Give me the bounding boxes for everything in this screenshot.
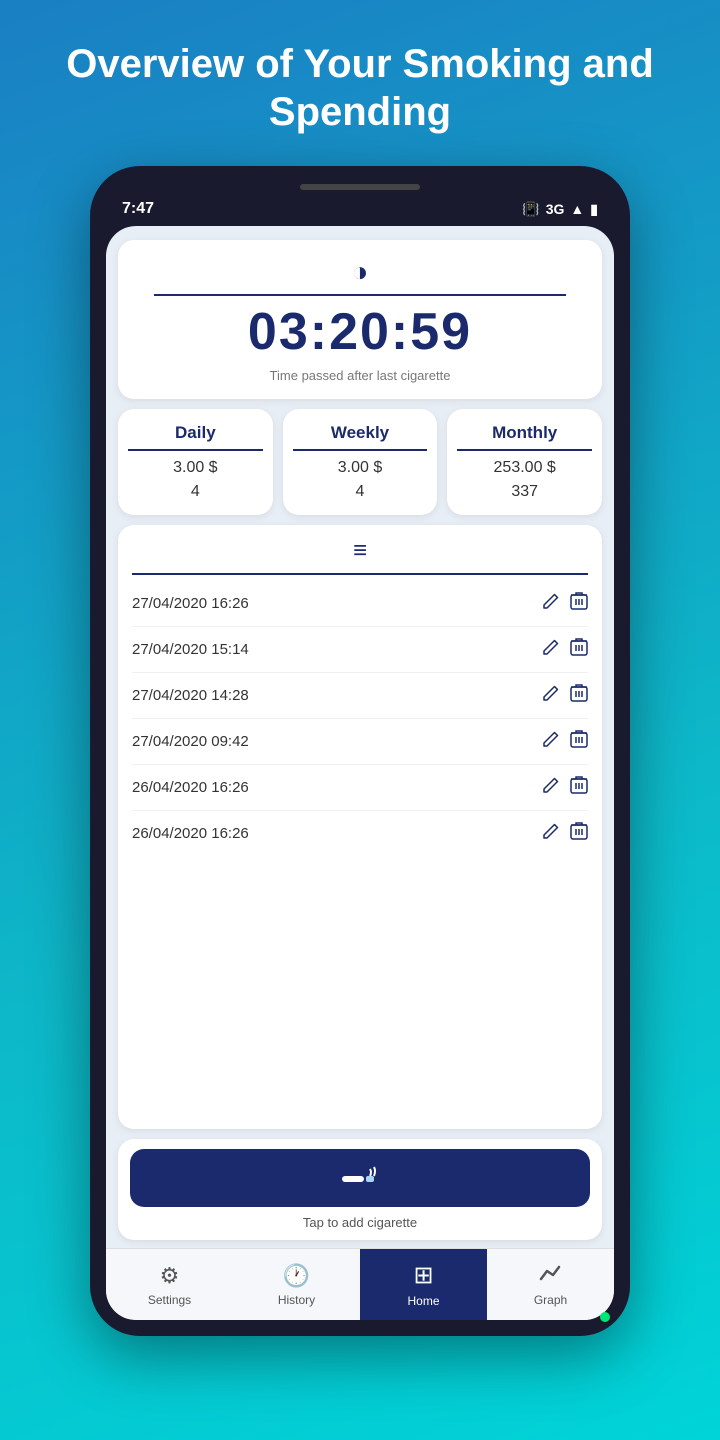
history-actions-2 [542, 683, 588, 708]
stat-weekly-amount: 3.00 $ [293, 459, 428, 477]
nav-home-label: Home [407, 1294, 439, 1308]
delete-button-1[interactable] [570, 637, 588, 662]
edit-button-4[interactable] [542, 776, 560, 799]
history-list: 27/04/2020 16:26 27/04/2020 15:14 27/04/20… [132, 581, 588, 1117]
history-date-2: 27/04/2020 14:28 [132, 687, 249, 704]
history-date-3: 27/04/2020 09:42 [132, 733, 249, 750]
timer-card: ◑ 03:20:59 Time passed after last cigare… [118, 240, 602, 399]
history-date-5: 26/04/2020 16:26 [132, 825, 249, 842]
history-icon: 🕐 [283, 1263, 310, 1289]
stat-weekly-count: 4 [293, 483, 428, 501]
phone-dot [600, 1312, 610, 1322]
nav-graph-label: Graph [534, 1293, 567, 1307]
edit-button-5[interactable] [542, 822, 560, 845]
history-header: ≡ [132, 537, 588, 565]
timer-display: 03:20:59 [134, 302, 586, 362]
history-date-1: 27/04/2020 15:14 [132, 641, 249, 658]
history-item: 27/04/2020 15:14 [132, 627, 588, 673]
settings-icon: ⚙ [160, 1263, 180, 1289]
add-cigarette-button[interactable] [130, 1149, 590, 1207]
edit-button-1[interactable] [542, 638, 560, 661]
bottom-nav: ⚙ Settings 🕐 History ⊞ Home Graph [106, 1248, 614, 1320]
graph-icon [539, 1263, 563, 1289]
add-cigarette-label: Tap to add cigarette [130, 1215, 590, 1230]
stat-monthly-count: 337 [457, 483, 592, 501]
delete-button-5[interactable] [570, 821, 588, 846]
history-date-4: 26/04/2020 16:26 [132, 779, 249, 796]
stat-daily-count: 4 [128, 483, 263, 501]
cigarette-svg-icon [342, 1165, 378, 1191]
delete-button-3[interactable] [570, 729, 588, 754]
stat-weekly-title: Weekly [293, 423, 428, 451]
list-icon: ≡ [132, 537, 588, 565]
stat-monthly-title: Monthly [457, 423, 592, 451]
stats-row: Daily 3.00 $ 4 Weekly 3.00 $ 4 Monthly 2… [118, 409, 602, 515]
history-actions-1 [542, 637, 588, 662]
nav-settings-label: Settings [148, 1293, 191, 1307]
history-item: 27/04/2020 14:28 [132, 673, 588, 719]
history-item: 27/04/2020 16:26 [132, 581, 588, 627]
battery-icon: ▮ [590, 201, 598, 218]
stat-monthly-amount: 253.00 $ [457, 459, 592, 477]
phone-screen: ◑ 03:20:59 Time passed after last cigare… [106, 226, 614, 1320]
history-actions-3 [542, 729, 588, 754]
delete-button-4[interactable] [570, 775, 588, 800]
phone-frame: 7:47 📳 3G ▲ ▮ ◑ 03:20:59 Time passed aft… [90, 166, 630, 1336]
stat-daily-title: Daily [128, 423, 263, 451]
edit-button-0[interactable] [542, 592, 560, 615]
delete-button-2[interactable] [570, 683, 588, 708]
stat-daily-amount: 3.00 $ [128, 459, 263, 477]
page-header: Overview of Your Smoking and Spending [0, 0, 720, 166]
status-right: 📳 3G ▲ ▮ [522, 201, 598, 218]
vibrate-icon: 📳 [522, 201, 539, 218]
status-bar: 7:47 📳 3G ▲ ▮ [106, 200, 614, 226]
header-title: Overview of Your Smoking and Spending [66, 42, 654, 134]
nav-history-label: History [278, 1293, 315, 1307]
home-icon: ⊞ [413, 1261, 433, 1290]
history-divider [132, 573, 588, 575]
history-card: ≡ 27/04/2020 16:2627/04/2020 15:1427/04/… [118, 525, 602, 1129]
history-actions-0 [542, 591, 588, 616]
stat-card-weekly: Weekly 3.00 $ 4 [283, 409, 438, 515]
signal-icon: ▲ [570, 201, 584, 217]
edit-button-3[interactable] [542, 730, 560, 753]
timer-subtitle: Time passed after last cigarette [134, 368, 586, 383]
history-date-0: 27/04/2020 16:26 [132, 595, 249, 612]
history-actions-5 [542, 821, 588, 846]
nav-home[interactable]: ⊞ Home [360, 1249, 487, 1320]
add-cigarette-section: Tap to add cigarette [118, 1139, 602, 1240]
timer-divider [154, 294, 566, 296]
history-item: 27/04/2020 09:42 [132, 719, 588, 765]
history-item: 26/04/2020 16:26 [132, 765, 588, 811]
nav-history[interactable]: 🕐 History [233, 1249, 360, 1320]
delete-button-0[interactable] [570, 591, 588, 616]
history-actions-4 [542, 775, 588, 800]
phone-notch [300, 184, 420, 190]
stat-card-monthly: Monthly 253.00 $ 337 [447, 409, 602, 515]
nav-settings[interactable]: ⚙ Settings [106, 1249, 233, 1320]
clock-icon: ◑ [134, 256, 586, 288]
nav-graph[interactable]: Graph [487, 1249, 614, 1320]
edit-button-2[interactable] [542, 684, 560, 707]
screen-content: ◑ 03:20:59 Time passed after last cigare… [106, 226, 614, 1248]
history-item: 26/04/2020 16:26 [132, 811, 588, 856]
network-label: 3G [546, 201, 565, 217]
stat-card-daily: Daily 3.00 $ 4 [118, 409, 273, 515]
status-time: 7:47 [122, 200, 154, 218]
